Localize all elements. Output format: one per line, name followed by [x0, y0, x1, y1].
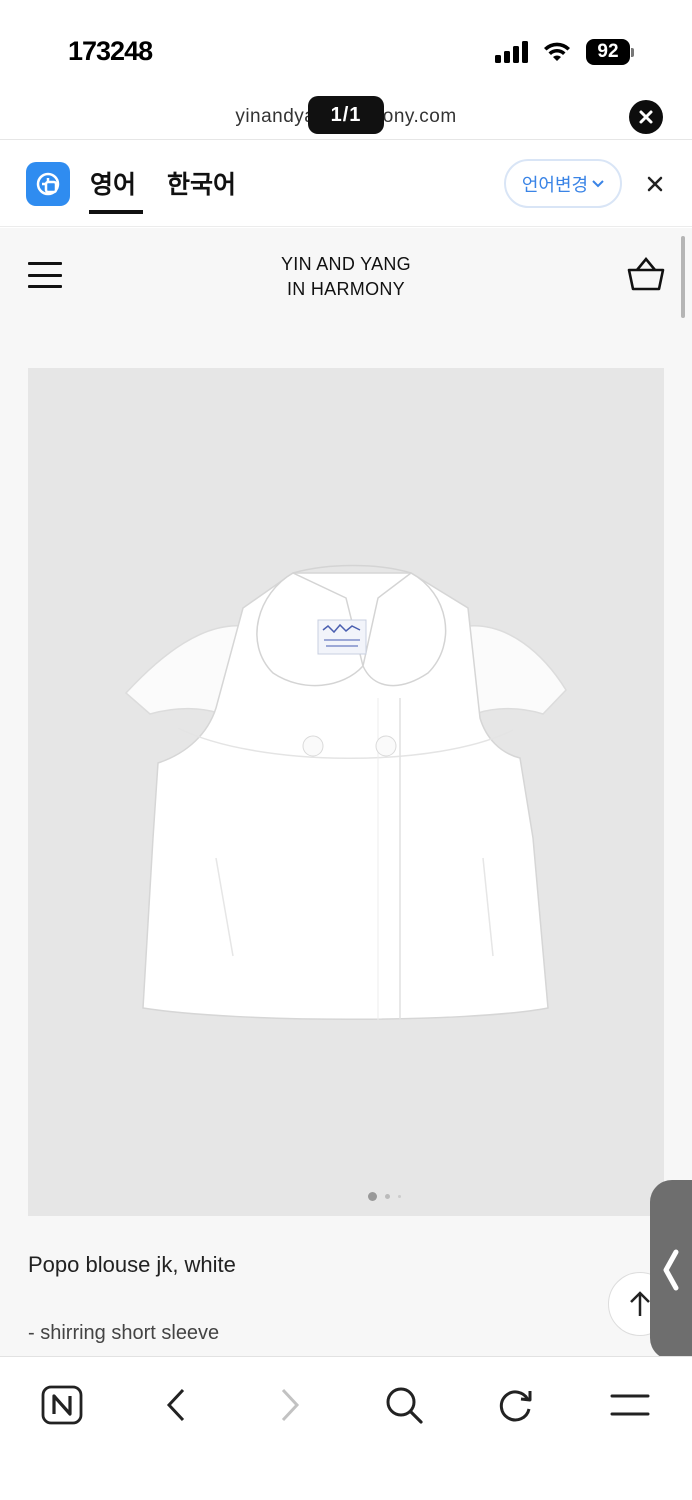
- naver-home-icon[interactable]: [32, 1375, 92, 1435]
- forward-icon[interactable]: [260, 1375, 320, 1435]
- chevron-down-icon: [592, 179, 604, 187]
- carousel-indicator[interactable]: [368, 1192, 401, 1201]
- search-icon[interactable]: [374, 1375, 434, 1435]
- carousel-dot[interactable]: [398, 1195, 401, 1198]
- url-bar: yinandyangharmony.com 1/1: [0, 96, 692, 140]
- page-counter: 1/1: [308, 96, 384, 134]
- product-description: - shirring short sleeve: [28, 1322, 220, 1344]
- wifi-icon: [544, 42, 570, 61]
- status-icons: 92: [495, 38, 634, 66]
- browser-toolbar: [0, 1356, 692, 1500]
- brand-logo[interactable]: YIN AND YANG IN HARMONY: [0, 252, 692, 302]
- translate-app-icon: [26, 162, 70, 206]
- close-icon[interactable]: [640, 169, 670, 199]
- product-content: Popo blouse jk, white - shirring short s…: [0, 328, 692, 1356]
- tab-korean[interactable]: 한국어: [167, 165, 236, 201]
- cellular-signal-icon: [495, 41, 528, 63]
- back-icon[interactable]: [146, 1375, 206, 1435]
- blouse-illustration: [124, 564, 567, 1020]
- site-header: YIN AND YANG IN HARMONY: [0, 228, 692, 328]
- change-language-button[interactable]: 언어변경: [504, 159, 622, 208]
- close-circle-icon[interactable]: [629, 100, 663, 134]
- translation-bar: 영어 한국어 언어변경: [0, 141, 692, 227]
- carousel-dot[interactable]: [385, 1194, 390, 1199]
- product-title: Popo blouse jk, white: [28, 1252, 236, 1277]
- side-panel-tab[interactable]: [650, 1180, 692, 1360]
- refresh-icon[interactable]: [486, 1375, 546, 1435]
- arrow-up-icon: [630, 1291, 650, 1316]
- menu-icon[interactable]: [600, 1375, 660, 1435]
- carousel-dot-active[interactable]: [368, 1192, 377, 1201]
- active-tab-indicator: [89, 210, 143, 214]
- product-image[interactable]: [28, 368, 664, 1216]
- status-bar: 173248 92: [0, 0, 692, 100]
- brand-line-1: YIN AND YANG: [281, 254, 411, 274]
- battery-level: 92: [586, 39, 630, 65]
- change-language-label: 언어변경: [521, 174, 589, 196]
- brand-line-2: IN HARMONY: [286, 279, 405, 299]
- chevron-left-icon: [663, 1249, 679, 1291]
- tab-english[interactable]: 영어: [90, 165, 136, 201]
- shopping-basket-icon[interactable]: [626, 256, 666, 292]
- battery-icon: 92: [586, 39, 634, 65]
- status-time: 173248: [68, 36, 153, 66]
- page-scrollbar[interactable]: [681, 236, 685, 318]
